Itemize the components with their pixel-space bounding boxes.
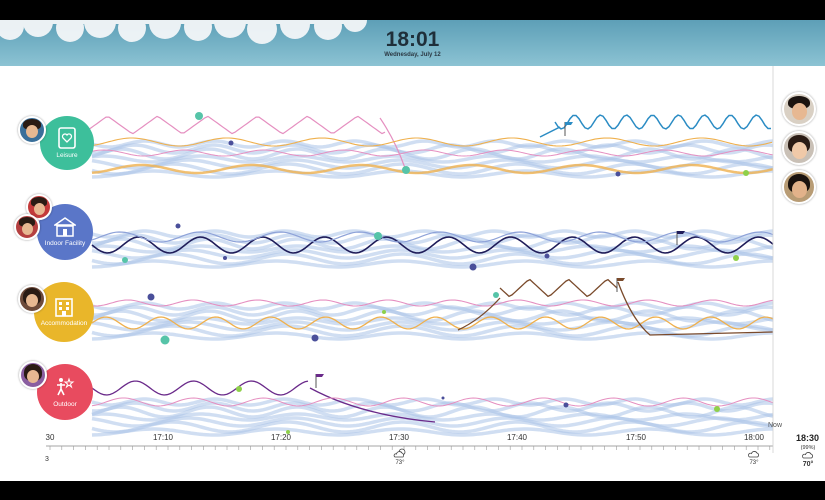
event-dot	[382, 310, 386, 314]
stream-line	[554, 114, 771, 130]
stream-line	[69, 115, 386, 135]
time-tick-label: 18:00	[743, 433, 765, 442]
event-dot	[122, 257, 128, 263]
activity-streams	[46, 66, 774, 453]
user-avatar[interactable]	[18, 285, 46, 313]
event-dot	[563, 402, 569, 408]
event-dot	[615, 171, 621, 177]
stream-line	[499, 278, 618, 298]
cloud-icon	[802, 452, 813, 459]
activity-band	[91, 427, 773, 437]
weather-temp: 73°	[749, 460, 759, 466]
event-dot	[228, 140, 234, 146]
event-dot	[147, 293, 155, 301]
partly-cloudy-icon	[393, 448, 406, 458]
event-dot	[441, 396, 445, 400]
building-icon	[54, 217, 76, 237]
category-leisure[interactable]: Leisure	[40, 116, 94, 170]
user-avatar[interactable]	[782, 170, 816, 204]
weather-temp: 70°	[802, 461, 814, 468]
activity-band	[91, 259, 773, 269]
user-avatar[interactable]	[19, 361, 47, 389]
cloud-icon	[748, 451, 759, 458]
event-dot	[714, 406, 720, 412]
event-dot	[236, 386, 242, 392]
category-label: Indoor Facility	[44, 240, 86, 247]
now-marker-label: Now	[768, 422, 783, 429]
event-dot	[311, 334, 319, 342]
current-weather: (99%) 70°	[793, 445, 823, 468]
hotel-icon	[55, 298, 73, 317]
flag-marker	[617, 278, 625, 281]
time-tick-label: 3	[45, 456, 49, 463]
event-dot	[544, 253, 550, 259]
time-tick-label: 17:30	[388, 433, 410, 442]
weather-forecast: 73°	[388, 448, 412, 466]
stream-line	[91, 380, 309, 396]
user-avatar[interactable]	[18, 116, 46, 144]
stream-line	[539, 126, 561, 138]
event-dot	[469, 263, 477, 271]
event-dot	[733, 255, 739, 261]
end-time-label: 18:30	[796, 433, 820, 443]
outdoor-activity-icon	[57, 377, 75, 396]
event-dot	[160, 335, 170, 345]
dashboard-screen: 18:01 Wednesday, July 12 Leisure Indoor …	[0, 20, 825, 481]
user-avatar[interactable]	[782, 131, 816, 165]
event-dot	[743, 170, 749, 176]
heart-card-icon	[58, 127, 76, 149]
category-label: Accommodation	[40, 320, 88, 327]
event-dot	[374, 232, 382, 240]
event-dot	[195, 112, 203, 120]
event-dot	[223, 256, 227, 260]
weather-forecast: 73°	[742, 450, 766, 466]
user-avatar[interactable]	[782, 92, 816, 126]
time-tick-label: 17:50	[625, 433, 647, 442]
time-tick-label: 17:40	[506, 433, 528, 442]
screen-frame: 18:01 Wednesday, July 12 Leisure Indoor …	[0, 0, 825, 500]
user-avatar[interactable]	[14, 214, 40, 240]
time-tick-label: 17:20	[270, 433, 292, 442]
flag-marker	[316, 374, 324, 377]
event-dot	[402, 166, 410, 174]
time-tick-label: 17:10	[152, 433, 174, 442]
weather-temp: 73°	[395, 460, 405, 466]
category-label: Outdoor	[53, 401, 77, 408]
category-label: Leisure	[56, 152, 78, 159]
user-sidebar	[777, 66, 825, 436]
event-dot	[175, 223, 181, 229]
time-tick-label: 30	[45, 433, 55, 442]
flag-marker	[565, 122, 573, 125]
event-dot	[493, 292, 499, 298]
